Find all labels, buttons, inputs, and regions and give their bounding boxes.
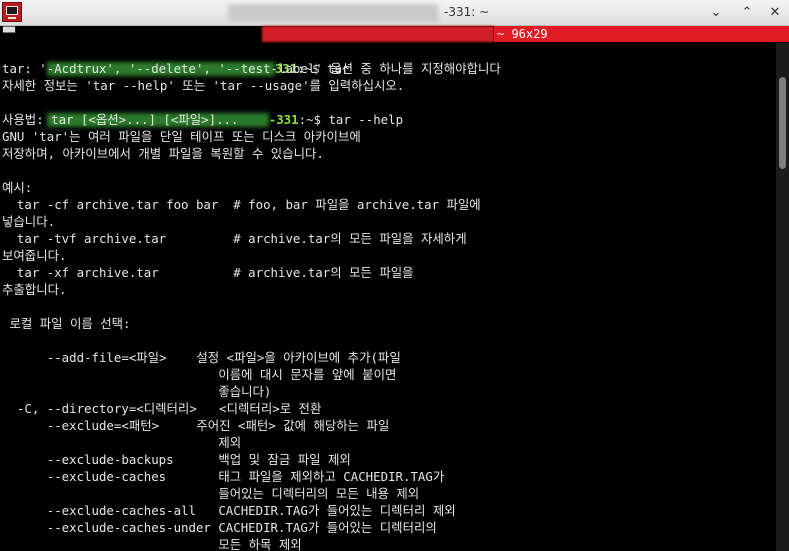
title-bar[interactable]: -331: ~ ⌄ ⌃ ✕ — [0, 0, 789, 26]
window-title-redacted — [228, 4, 438, 22]
output-line: 들어있는 디렉터리의 모든 내용 제외 — [2, 486, 420, 501]
output-line: --exclude-caches 태그 파일을 제외하고 CACHEDIR.TA… — [2, 469, 445, 484]
output-line: 자세한 정보는 'tar --help' 또는 'tar --usage'를 입… — [2, 78, 405, 93]
terminal-window: -331: ~ ⌄ ⌃ ✕ ▀▀ ~ 96x29 331:~$ tar tar:… — [0, 0, 789, 551]
output-line: 추출합니다. — [2, 282, 67, 297]
output-line: --exclude-caches-all CACHEDIR.TAG가 들어있는 … — [2, 503, 456, 518]
prompt-host: -331 — [268, 112, 299, 127]
output-line: 사용법: tar [<옵션>...] [<파일>]... — [2, 112, 239, 127]
maximize-icon[interactable]: ⌃ — [737, 3, 757, 23]
minimize-icon[interactable]: ⌄ — [706, 3, 726, 23]
output-line: --exclude-caches-under CACHEDIR.TAG가 들어있… — [2, 520, 437, 535]
vertical-scrollbar[interactable] — [776, 43, 789, 551]
output-line: tar: '-Acdtrux', '--delete', '--test-lab… — [2, 61, 501, 76]
output-line: --exclude-backups 백업 및 잠금 파일 제외 — [2, 452, 351, 467]
output-line: 제외 — [2, 435, 242, 450]
prompt-line: -331:~$ tar --help — [2, 94, 403, 127]
monitor-screen-icon — [6, 6, 18, 15]
output-line: tar -xf archive.tar # archive.tar의 모든 파일… — [2, 265, 414, 280]
close-icon[interactable]: ✕ — [765, 3, 785, 23]
terminal-output[interactable]: 331:~$ tar tar: '-Acdtrux', '--delete', … — [2, 43, 774, 551]
terminal-size-label: ~ 96x29 — [497, 27, 548, 41]
window-title: -331: ~ — [444, 5, 490, 19]
output-line: tar -cf archive.tar foo bar # foo, bar 파… — [2, 197, 481, 212]
output-line: 보여줍니다. — [2, 248, 67, 263]
tab-bar: ▀▀ ~ 96x29 — [0, 26, 789, 42]
output-line: 모든 하목 제외 — [2, 537, 302, 551]
tab-handle-icon[interactable]: ▀▀ — [0, 26, 17, 42]
tab-title-redacted[interactable] — [262, 26, 494, 42]
output-line: 로컬 파일 이름 선택: — [2, 316, 131, 331]
prompt-separator: :~$ — [298, 112, 329, 127]
output-line: -C, --directory=<디렉터리> <디렉터리>로 전환 — [2, 401, 322, 416]
output-line: 이름에 대시 문자를 앞에 붙이면 — [2, 367, 397, 382]
terminal-app-icon[interactable] — [2, 2, 22, 22]
monitor-base-icon — [8, 17, 16, 19]
output-line: 저장하며, 아카이브에서 개별 파일을 복원할 수 있습니다. — [2, 146, 324, 161]
output-line: 예시: — [2, 180, 33, 195]
output-line: 좋습니다) — [2, 384, 272, 399]
output-line: --exclude=<패턴> 주어진 <패턴> 값에 해당하는 파일 — [2, 418, 390, 433]
prompt-line: 331:~$ tar — [2, 43, 349, 76]
output-line: 넣습니다. — [2, 214, 56, 229]
output-line: --add-file=<파일> 설정 <파일>을 아카이브에 추가(파일 — [2, 350, 401, 365]
output-line: tar -tvf archive.tar # archive.tar의 모든 파… — [2, 231, 467, 246]
output-line: GNU 'tar'는 여러 파일을 단일 테이프 또는 디스크 아카이브에 — [2, 129, 361, 144]
command-text: tar --help — [328, 112, 404, 127]
scrollbar-thumb[interactable] — [779, 77, 786, 169]
